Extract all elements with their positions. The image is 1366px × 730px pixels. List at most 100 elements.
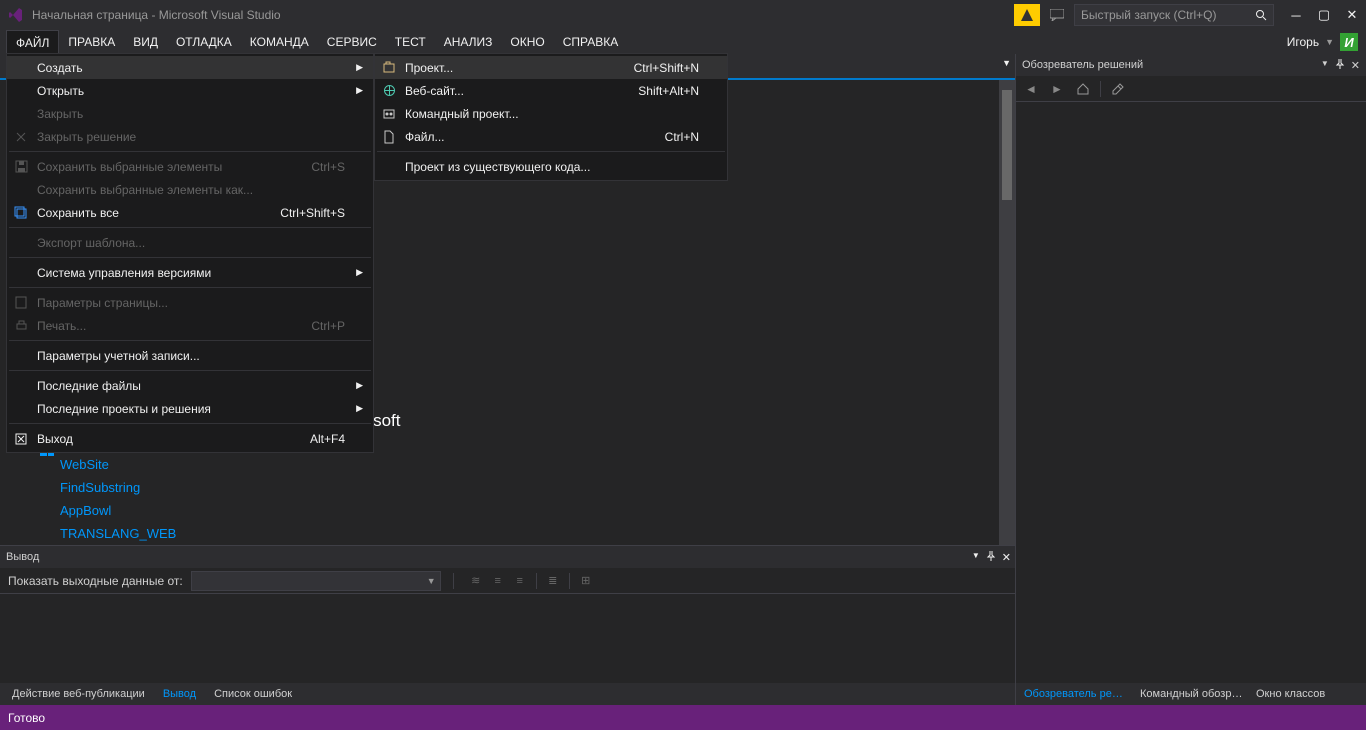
se-tab-0[interactable]: Обозреватель реше... [1018, 685, 1134, 703]
save-icon [13, 159, 29, 175]
file-menu-item-7[interactable]: Сохранить всеCtrl+Shift+S [7, 201, 373, 224]
menu-файл[interactable]: ФАЙЛ [6, 30, 59, 54]
menu-item-label: Командный проект... [405, 107, 519, 121]
file-menu-item-18[interactable]: Последние файлы ▶ [7, 374, 373, 397]
user-name[interactable]: Игорь [1287, 35, 1319, 49]
menu-тест[interactable]: ТЕСТ [386, 30, 435, 54]
output-bottom-tabs: Действие веб-публикацииВыводСписок ошибо… [0, 683, 1015, 705]
menu-item-label: Последние файлы [37, 379, 141, 393]
shortcut-label: Ctrl+N [665, 130, 699, 144]
se-pin-icon[interactable] [1335, 59, 1345, 72]
solution-explorer-title: Обозреватель решений [1022, 59, 1143, 71]
file-menu-dropdown: Создать▶Открыть▶ЗакрытьЗакрыть решениеСо… [6, 53, 374, 453]
menu-item-label: Проект из существующего кода... [405, 160, 590, 174]
toggle-icon[interactable]: ⊞ [576, 571, 596, 591]
menu-вид[interactable]: ВИД [124, 30, 167, 54]
chevron-down-icon[interactable]: ▼ [1325, 37, 1334, 47]
bottom-tab-1[interactable]: Вывод [155, 685, 204, 703]
menu-item-label: Веб-сайт... [405, 84, 464, 98]
submenu-arrow-icon: ▶ [356, 380, 363, 391]
quick-launch-input[interactable]: Быстрый запуск (Ctrl+Q) [1074, 4, 1274, 26]
close-button[interactable]: ✕ [1338, 4, 1366, 26]
menu-справка[interactable]: СПРАВКА [554, 30, 628, 54]
recent-project-4[interactable]: TRANSLANG_WEB [60, 522, 176, 545]
file-menu-item-9: Экспорт шаблона... [7, 231, 373, 254]
pin-icon[interactable] [986, 551, 996, 564]
close-panel-icon[interactable]: ✕ [1002, 551, 1011, 564]
output-panel: Вывод ▼ ✕ Показать выходные данные от: ▼… [0, 545, 1015, 705]
file-menu-item-14: Печать...Ctrl+P [7, 314, 373, 337]
team-project-icon [381, 106, 397, 122]
page-setup-icon [13, 295, 29, 311]
menu-окно[interactable]: ОКНО [501, 30, 553, 54]
back-icon[interactable]: ◄ [1022, 80, 1040, 98]
menu-item-label: Проект... [405, 61, 453, 75]
file-menu-item-0[interactable]: Создать▶ [7, 56, 373, 79]
notification-button[interactable] [1014, 4, 1040, 26]
file-menu-item-13: Параметры страницы... [7, 291, 373, 314]
forward-icon[interactable]: ► [1048, 80, 1066, 98]
file-menu-item-11[interactable]: Система управления версиями▶ [7, 261, 373, 284]
file-menu-item-1[interactable]: Открыть▶ [7, 79, 373, 102]
menu-сервис[interactable]: СЕРВИС [318, 30, 386, 54]
quick-launch-placeholder: Быстрый запуск (Ctrl+Q) [1081, 8, 1216, 22]
scroll-thumb[interactable] [1002, 90, 1012, 200]
shortcut-label: Shift+Alt+N [638, 84, 699, 98]
recent-project-3[interactable]: AppBowl [60, 499, 176, 522]
menu-item-label: Параметры учетной записи... [37, 349, 200, 363]
bottom-tab-2[interactable]: Список ошибок [206, 685, 300, 703]
tab-dropdown-icon[interactable]: ▼ [1002, 58, 1011, 68]
create-submenu-dropdown: Проект...Ctrl+Shift+N Веб-сайт... Shift+Al… [374, 53, 728, 181]
create-menu-item-2[interactable]: Командный проект... [375, 102, 727, 125]
file-menu-item-19[interactable]: Последние проекты и решения▶ [7, 397, 373, 420]
output-title: Вывод [6, 551, 39, 563]
se-tab-1[interactable]: Командный обозре... [1134, 685, 1250, 703]
word-wrap-icon[interactable]: ≣ [543, 571, 563, 591]
recent-project-2[interactable]: FindSubstring [60, 476, 176, 499]
se-dropdown-icon[interactable]: ▼ [1321, 59, 1329, 72]
menu-item-label: Система управления версиями [37, 266, 211, 280]
user-avatar[interactable]: И [1340, 33, 1358, 51]
submenu-arrow-icon: ▶ [356, 85, 363, 96]
search-icon [1255, 9, 1267, 21]
panel-dropdown-icon[interactable]: ▼ [972, 551, 980, 564]
show-output-from-label: Показать выходные данные от: [8, 574, 183, 588]
maximize-button[interactable]: ▢ [1310, 4, 1338, 26]
menu-команда[interactable]: КОМАНДА [241, 30, 318, 54]
output-panel-header: Вывод ▼ ✕ [0, 546, 1015, 568]
create-menu-item-5[interactable]: Проект из существующего кода... [375, 155, 727, 178]
se-tab-2[interactable]: Окно классов [1250, 685, 1331, 703]
output-body [0, 594, 1015, 683]
indent-left-icon[interactable]: ≡ [488, 571, 508, 591]
file-menu-item-21[interactable]: ВыходAlt+F4 [7, 427, 373, 450]
properties-icon[interactable] [1109, 80, 1127, 98]
create-menu-item-3[interactable]: Файл...Ctrl+N [375, 125, 727, 148]
feedback-button[interactable] [1044, 4, 1070, 26]
shortcut-label: Ctrl+Shift+S [280, 206, 345, 220]
menu-item-label: Параметры страницы... [37, 296, 168, 310]
se-close-icon[interactable]: ✕ [1351, 59, 1360, 72]
recent-project-1[interactable]: WebSite [60, 453, 176, 476]
submenu-arrow-icon: ▶ [356, 403, 363, 414]
scrollbar[interactable] [999, 80, 1015, 545]
submenu-arrow-icon: ▶ [356, 62, 363, 73]
file-menu-item-6: Сохранить выбранные элементы как... [7, 178, 373, 201]
menubar: ФАЙЛПРАВКАВИДОТЛАДКАКОМАНДАСЕРВИСТЕСТАНА… [0, 30, 1366, 54]
clear-icon[interactable]: ≋ [466, 571, 486, 591]
menu-item-label: Сохранить выбранные элементы [37, 160, 222, 174]
menu-правка[interactable]: ПРАВКА [59, 30, 124, 54]
close-x-icon [13, 129, 29, 145]
create-menu-item-0[interactable]: Проект...Ctrl+Shift+N [375, 56, 727, 79]
menu-анализ[interactable]: АНАЛИЗ [435, 30, 502, 54]
minimize-button[interactable]: ─ [1282, 4, 1310, 26]
menu-отладка[interactable]: ОТЛАДКА [167, 30, 241, 54]
solution-explorer-toolbar: ◄ ► [1016, 76, 1366, 102]
bottom-tab-0[interactable]: Действие веб-публикации [4, 685, 153, 703]
menu-item-label: Закрыть решение [37, 130, 136, 144]
indent-right-icon[interactable]: ≡ [510, 571, 530, 591]
window-title: Начальная страница - Microsoft Visual St… [32, 8, 281, 22]
home-icon[interactable] [1074, 80, 1092, 98]
output-source-combo[interactable]: ▼ [191, 571, 441, 591]
file-menu-item-16[interactable]: Параметры учетной записи... [7, 344, 373, 367]
create-menu-item-1[interactable]: Веб-сайт... Shift+Alt+N [375, 79, 727, 102]
